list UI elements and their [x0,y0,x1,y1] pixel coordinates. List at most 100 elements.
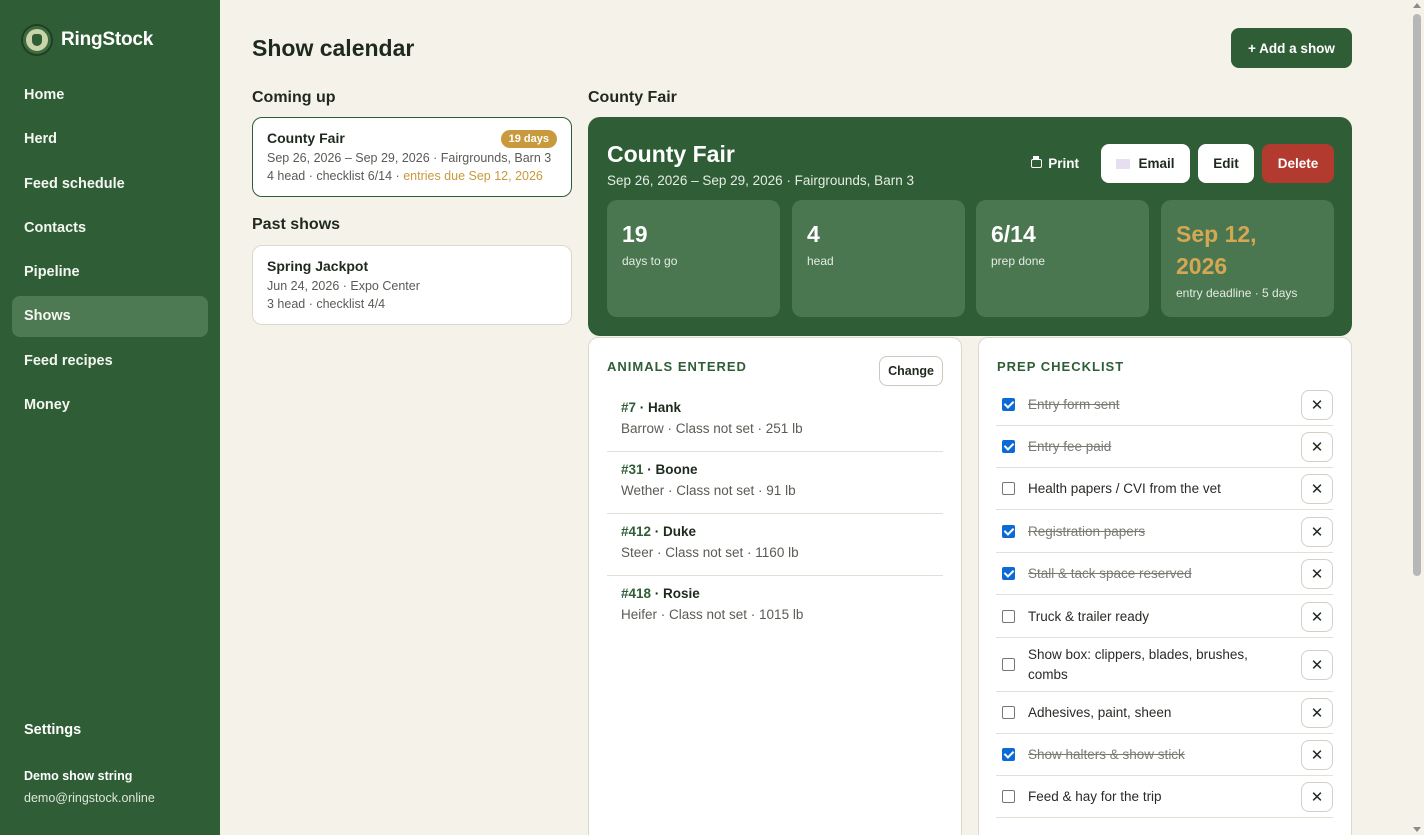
animal-item[interactable]: #412 · Duke Steer · Class not set · 1160… [607,514,943,576]
remove-item-close-icon[interactable]: ✕ [1301,431,1333,462]
animals-panel: ANIMALS ENTERED Change #7 · Hank Barrow … [588,337,962,835]
delete-button[interactable]: Delete [1262,144,1334,183]
animal-tag: #418 [621,586,652,601]
sidebar-item-pipeline[interactable]: Pipeline [12,252,208,293]
sidebar-item-home[interactable]: Home [12,75,208,116]
animal-item[interactable]: #31 · Boone Wether · Class not set · 91 … [607,452,943,514]
checklist-checkbox[interactable] [1002,748,1015,761]
remove-item-close-icon[interactable]: ✕ [1301,558,1333,589]
change-button[interactable]: Change [879,356,943,386]
animals-heading: ANIMALS ENTERED [607,359,747,374]
scroll-up-icon[interactable] [1413,3,1421,8]
checklist-checkbox[interactable] [1002,790,1015,803]
checklist-item[interactable]: Stall & tack space reserved ✕ [996,553,1333,595]
show-card-deadline: entries due Sep 12, 2026 [403,169,543,183]
checklist-item[interactable]: Adhesives, paint, sheen ✕ [996,692,1333,734]
show-card-dates: Jun 24, 2026 · Expo Center [267,279,420,293]
checklist-checkbox[interactable] [1002,482,1015,495]
show-card-county-fair[interactable]: County Fair 19 days Sep 26, 2026 – Sep 2… [252,117,572,197]
user-name: Demo show string [24,769,133,783]
animal-name: #418 · Rosie [621,586,700,601]
show-card-spring-jackpot[interactable]: Spring Jackpot Jun 24, 2026 · Expo Cente… [252,245,572,325]
checklist-checkbox[interactable] [1002,525,1015,538]
remove-item-close-icon[interactable]: ✕ [1301,516,1333,547]
checklist-item[interactable]: Health papers / CVI from the vet ✕ [996,468,1333,510]
checklist-checkbox[interactable] [1002,610,1015,623]
mail-icon [1116,158,1131,169]
stat-entry-deadline: Sep 12, 2026 entry deadline · 5 days [1161,200,1334,317]
checklist-item[interactable]: Entry form sent ✕ [996,384,1333,426]
sidebar-item-money[interactable]: Money [12,385,208,426]
stat-days-to-go: 19 days to go [607,200,780,317]
show-card-title: Spring Jackpot [267,258,369,274]
checklist-label: Feed & hay for the trip [1028,788,1162,804]
checklist-label: Registration papers [1028,523,1146,539]
checklist-checkbox[interactable] [1002,398,1015,411]
animal-tag: #7 [621,400,637,415]
scroll-down-icon[interactable] [1413,827,1421,832]
stat-prep-done: 6/14 prep done [976,200,1149,317]
sidebar-item-feed-schedule[interactable]: Feed schedule [12,164,208,205]
print-button[interactable]: Print [1017,144,1093,183]
checklist-label: Truck & trailer ready [1028,608,1150,624]
email-button[interactable]: Email [1101,144,1190,183]
stat-value: 6/14 [991,221,1036,247]
stat-value: Sep 12, 2026 [1176,221,1257,280]
brand[interactable]: RingStock [23,26,153,54]
checklist-item[interactable]: Registration papers ✕ [996,511,1333,553]
checklist-checkbox[interactable] [1002,706,1015,719]
checklist-item[interactable]: Truck & trailer ready ✕ [996,596,1333,638]
sidebar: RingStock Home Herd Feed schedule Contac… [0,0,220,835]
stat-label: head [807,254,834,269]
checklist-label: Entry form sent [1028,396,1120,412]
checklist-label: Show halters & show stick [1028,746,1185,762]
stat-value: 19 [622,221,648,247]
animal-label: Boone [655,462,698,477]
animal-meta: Heifer · Class not set · 1015 lb [621,607,804,622]
animal-label: Duke [663,524,697,539]
sidebar-item-feed-recipes[interactable]: Feed recipes [12,341,208,382]
animal-name: #412 · Duke [621,524,697,539]
scroll-thumb[interactable] [1413,14,1421,576]
page-title: Show calendar [252,35,415,61]
checklist-checkbox[interactable] [1002,440,1015,453]
sidebar-item-settings[interactable]: Settings [24,722,81,738]
brand-name: RingStock [61,29,154,50]
print-label: Print [1048,156,1079,171]
stat-label: days to go [622,254,678,269]
checklist-item[interactable]: Show halters & show stick ✕ [996,734,1333,776]
sidebar-item-herd[interactable]: Herd [12,119,208,160]
remove-item-close-icon[interactable]: ✕ [1301,697,1333,728]
animal-tag: #412 [621,524,652,539]
sidebar-item-shows[interactable]: Shows [12,296,208,338]
animal-item[interactable]: #418 · Rosie Heifer · Class not set · 10… [607,576,943,638]
edit-button[interactable]: Edit [1198,144,1254,183]
remove-item-close-icon[interactable]: ✕ [1301,781,1333,812]
animal-tag: #31 [621,462,644,477]
printer-icon [1031,156,1043,168]
checklist-item[interactable]: Show box: clippers, blades, brushes, com… [996,638,1333,692]
show-title: County Fair [607,141,735,167]
sidebar-nav: Home Herd Feed schedule Contacts Pipelin… [12,75,208,429]
remove-item-close-icon[interactable]: ✕ [1301,649,1333,680]
show-card-dates: Sep 26, 2026 – Sep 29, 2026 · Fairground… [267,151,552,165]
checklist-item[interactable]: Entry fee paid ✕ [996,426,1333,468]
remove-item-close-icon[interactable]: ✕ [1301,601,1333,632]
checklist-label: Entry fee paid [1028,438,1112,454]
animal-label: Rosie [663,586,700,601]
animal-item[interactable]: #7 · Hank Barrow · Class not set · 251 l… [607,390,943,452]
sidebar-item-contacts[interactable]: Contacts [12,208,208,249]
remove-item-close-icon[interactable]: ✕ [1301,739,1333,770]
remove-item-close-icon[interactable]: ✕ [1301,473,1333,504]
stat-label: entry deadline · 5 days [1176,286,1298,301]
detail-heading: County Fair [588,89,677,106]
add-show-button[interactable]: + Add a show [1231,28,1352,68]
checklist-checkbox[interactable] [1002,567,1015,580]
animal-meta: Barrow · Class not set · 251 lb [621,421,803,436]
checklist-item[interactable]: Feed & hay for the trip ✕ [996,776,1333,818]
past-shows-heading: Past shows [252,216,341,233]
page-scrollbar[interactable] [1410,0,1424,835]
remove-item-close-icon[interactable]: ✕ [1301,389,1333,420]
user-email: demo@ringstock.online [24,791,155,805]
checklist-checkbox[interactable] [1002,658,1015,671]
